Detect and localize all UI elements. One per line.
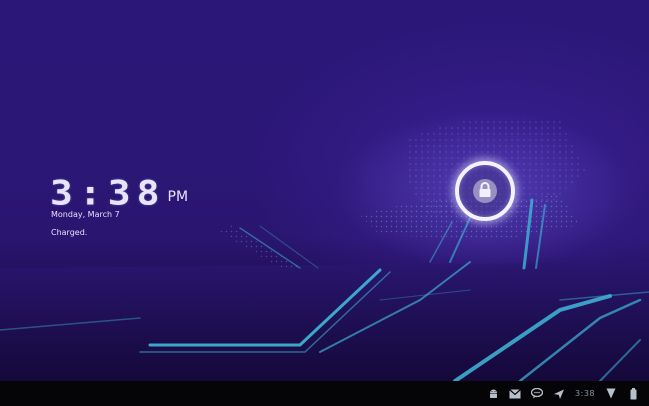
gmail-icon[interactable]: [509, 388, 521, 400]
status-tray[interactable]: 3:38: [487, 381, 639, 406]
clock-ampm: PM: [167, 189, 189, 205]
unlock-handle[interactable]: [455, 161, 515, 221]
system-bar: 3:38: [0, 381, 649, 406]
clock-time-row: 3:38 PM: [50, 172, 189, 213]
talk-icon[interactable]: [531, 388, 544, 400]
charging-status: Charged.: [51, 228, 88, 237]
airplane-icon[interactable]: [553, 388, 565, 400]
clock-time: 3:38: [50, 172, 166, 213]
lockscreen-clock: 3:38 PM Monday, March 7 Charged.: [50, 172, 250, 242]
android-icon[interactable]: [487, 388, 499, 400]
signal-icon[interactable]: [605, 388, 617, 400]
lock-icon: [479, 182, 491, 197]
system-bar-clock[interactable]: 3:38: [575, 389, 595, 398]
battery-icon[interactable]: [627, 387, 639, 400]
clock-date: Monday, March 7: [51, 210, 120, 219]
tablet-lock-screen: 3:38 PM Monday, March 7 Charged. 3:38: [0, 0, 649, 406]
